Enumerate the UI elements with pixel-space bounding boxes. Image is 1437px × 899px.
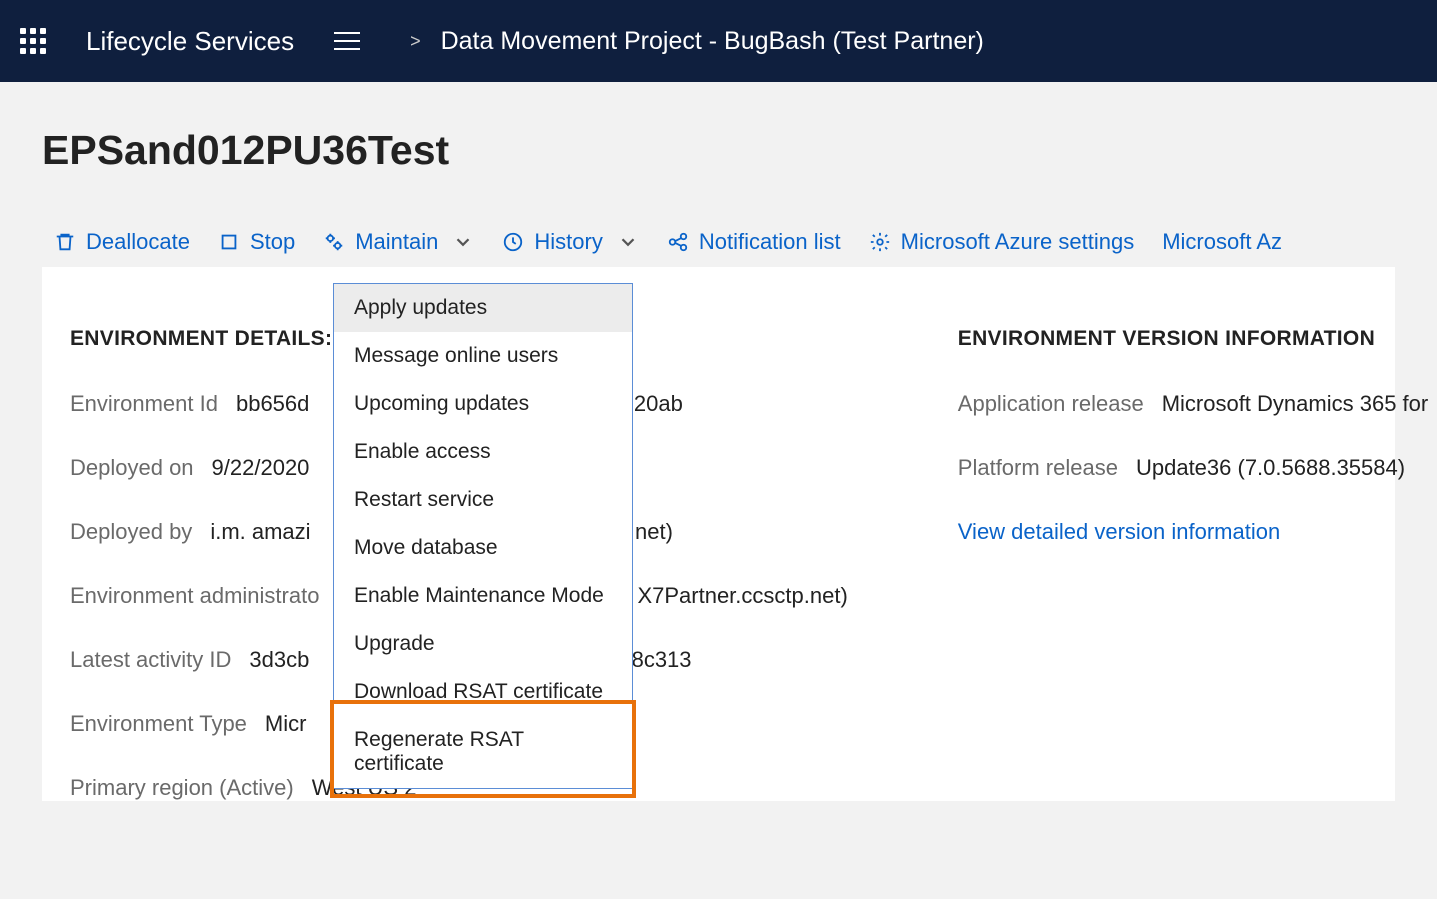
azure-settings-button[interactable]: Microsoft Azure settings <box>869 229 1135 255</box>
share-icon <box>667 231 689 253</box>
env-admin-label: Environment administrato <box>70 583 319 609</box>
deployed-by-label: Deployed by <box>70 519 192 545</box>
menu-item-enable-maintenance-mode[interactable]: Enable Maintenance Mode <box>334 572 632 620</box>
menu-item-download-rsat-certificate[interactable]: Download RSAT certificate <box>334 668 632 716</box>
maintain-button[interactable]: Maintain <box>323 229 474 255</box>
app-name[interactable]: Lifecycle Services <box>86 26 294 57</box>
breadcrumb-project[interactable]: Data Movement Project - BugBash (Test Pa… <box>441 27 984 56</box>
page-title: EPSand012PU36Test <box>42 127 1395 174</box>
hamburger-icon[interactable] <box>334 26 360 56</box>
clock-icon <box>502 231 524 253</box>
maintain-dropdown: Apply updates Message online users Upcom… <box>333 283 633 789</box>
menu-item-message-online-users[interactable]: Message online users <box>334 332 632 380</box>
breadcrumb-sep: > <box>410 31 421 52</box>
app-release-value: Microsoft Dynamics 365 for <box>1162 391 1429 417</box>
platform-release-value: Update36 (7.0.5688.35584) <box>1136 455 1405 481</box>
stop-button[interactable]: Stop <box>218 229 295 255</box>
menu-item-regenerate-rsat-certificate[interactable]: Regenerate RSAT certificate <box>334 716 632 788</box>
app-release-row: Application release Microsoft Dynamics 3… <box>958 391 1428 417</box>
chevron-down-icon <box>617 231 639 253</box>
section-title-version: ENVIRONMENT VERSION INFORMATION <box>958 327 1428 351</box>
deallocate-button[interactable]: Deallocate <box>54 229 190 255</box>
command-bar: Deallocate Stop Maintain History Notific… <box>42 229 1395 255</box>
menu-item-apply-updates[interactable]: Apply updates <box>334 284 632 332</box>
top-navbar: Lifecycle Services > Data Movement Proje… <box>0 0 1437 82</box>
waffle-icon[interactable] <box>20 28 46 54</box>
stop-icon <box>218 231 240 253</box>
env-type-value: Micr <box>265 711 307 737</box>
chevron-down-icon <box>452 231 474 253</box>
notification-list-button[interactable]: Notification list <box>667 229 841 255</box>
deployed-on-label: Deployed on <box>70 455 194 481</box>
view-detailed-version-link[interactable]: View detailed version information <box>958 519 1428 545</box>
app-release-label: Application release <box>958 391 1144 417</box>
menu-item-enable-access[interactable]: Enable access <box>334 428 632 476</box>
env-id-label: Environment Id <box>70 391 218 417</box>
content-card: ENVIRONMENT DETAILS: Environment Id bb65… <box>42 267 1395 801</box>
gear-icon <box>869 231 891 253</box>
trash-icon <box>54 231 76 253</box>
history-button[interactable]: History <box>502 229 638 255</box>
deployed-on-value: 9/22/2020 <box>212 455 310 481</box>
activity-id-label: Latest activity ID <box>70 647 231 673</box>
menu-item-restart-service[interactable]: Restart service <box>334 476 632 524</box>
platform-release-row: Platform release Update36 (7.0.5688.3558… <box>958 455 1428 481</box>
azure-more-button[interactable]: Microsoft Az <box>1162 229 1282 255</box>
gears-icon <box>323 231 345 253</box>
menu-item-move-database[interactable]: Move database <box>334 524 632 572</box>
platform-release-label: Platform release <box>958 455 1118 481</box>
region-label: Primary region (Active) <box>70 775 294 801</box>
environment-version-section: ENVIRONMENT VERSION INFORMATION Applicat… <box>958 327 1428 801</box>
menu-item-upgrade[interactable]: Upgrade <box>334 620 632 668</box>
page-body: EPSand012PU36Test Deallocate Stop Mainta… <box>0 82 1437 801</box>
menu-item-upcoming-updates[interactable]: Upcoming updates <box>334 380 632 428</box>
env-type-label: Environment Type <box>70 711 247 737</box>
